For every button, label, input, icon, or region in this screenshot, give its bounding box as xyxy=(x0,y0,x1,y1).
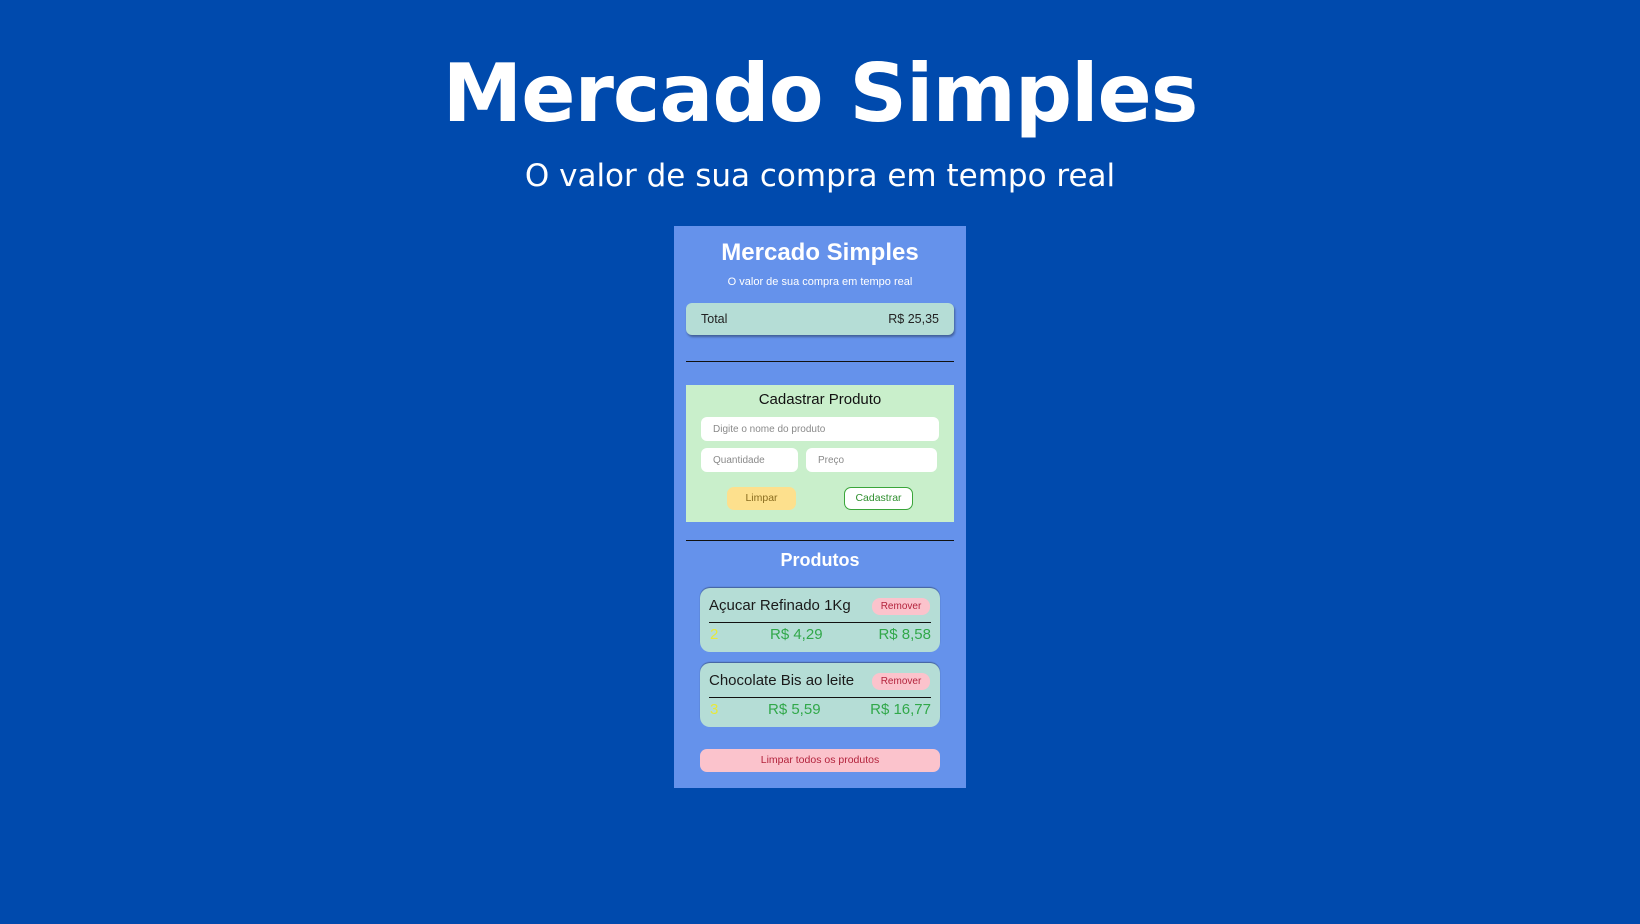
product-divider xyxy=(709,697,931,698)
app-preview: Mercado Simples O valor de sua compra em… xyxy=(674,226,966,788)
clear-all-products-button[interactable]: Limpar todos os produtos xyxy=(700,749,940,772)
app-subtitle: O valor de sua compra em tempo real xyxy=(727,276,913,288)
remove-button[interactable]: Remover xyxy=(872,598,930,615)
total-label: Total xyxy=(701,312,728,326)
product-quantity: 2 xyxy=(710,626,719,643)
hero-subtitle: O valor de sua compra em tempo real xyxy=(524,158,1116,194)
product-total-price: R$ 8,58 xyxy=(878,626,931,643)
register-button[interactable]: Cadastrar xyxy=(844,487,913,510)
product-total-price: R$ 16,77 xyxy=(870,701,931,718)
products-title: Produtos xyxy=(780,550,860,570)
form-title: Cadastrar Produto xyxy=(758,391,882,408)
hero-title: Mercado Simples xyxy=(442,47,1199,140)
product-form: Cadastrar Produto Limpar Cadastrar xyxy=(686,385,954,522)
product-name: Chocolate Bis ao leite xyxy=(709,672,855,689)
quantity-input[interactable] xyxy=(701,448,798,472)
clear-form-button[interactable]: Limpar xyxy=(727,487,796,510)
product-card: Chocolate Bis ao leite Remover 3 R$ 5,59… xyxy=(700,663,940,727)
product-unit-price: R$ 4,29 xyxy=(770,626,823,643)
product-quantity: 3 xyxy=(710,701,719,718)
divider xyxy=(686,540,954,541)
product-divider xyxy=(709,622,931,623)
app-title: Mercado Simples xyxy=(721,239,919,266)
remove-button[interactable]: Remover xyxy=(872,673,930,690)
divider xyxy=(686,361,954,362)
product-name-input[interactable] xyxy=(701,417,939,441)
total-card: Total R$ 25,35 xyxy=(686,303,954,335)
product-card: Açucar Refinado 1Kg Remover 2 R$ 4,29 R$… xyxy=(700,588,940,652)
product-unit-price: R$ 5,59 xyxy=(768,701,821,718)
price-input[interactable] xyxy=(806,448,937,472)
product-name: Açucar Refinado 1Kg xyxy=(709,597,851,614)
total-value: R$ 25,35 xyxy=(888,312,939,326)
